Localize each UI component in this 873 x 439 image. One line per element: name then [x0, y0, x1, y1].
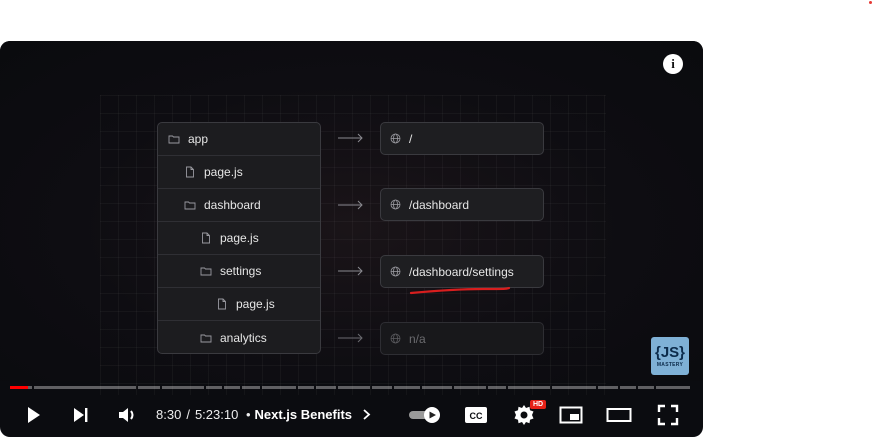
file-tree-row: page.js: [158, 288, 320, 321]
progress-segment[interactable]: [638, 386, 654, 389]
folder-icon: [200, 267, 212, 276]
file-tree-label: page.js: [236, 297, 275, 311]
route-box: n/a: [380, 322, 544, 355]
time-display: 8:30 / 5:23:10 • Next.js Benefits: [156, 407, 371, 422]
file-tree-label: page.js: [204, 165, 243, 179]
route-label: /dashboard: [409, 197, 470, 212]
progress-segment[interactable]: [394, 386, 420, 389]
progress-segment[interactable]: [488, 386, 506, 389]
time-separator: /: [186, 407, 190, 422]
arrow-right-icon: [338, 133, 363, 143]
progress-segment[interactable]: [242, 386, 260, 389]
video-player[interactable]: i app page.js dashboard page.js settings page…: [0, 41, 703, 437]
route-box: /dashboard/settings: [380, 255, 544, 288]
progress-segment[interactable]: [298, 386, 314, 389]
current-time: 8:30: [156, 407, 182, 422]
progress-segment[interactable]: [422, 386, 452, 389]
file-icon: [202, 232, 210, 244]
autoplay-toggle-icon: [409, 407, 440, 423]
skip-next-icon: [74, 408, 88, 422]
autoplay-toggle[interactable]: [408, 404, 442, 426]
file-icon: [218, 298, 226, 310]
progress-segment[interactable]: [262, 386, 296, 389]
progress-segment[interactable]: [224, 386, 240, 389]
file-tree-row: page.js: [158, 222, 320, 255]
js-mastery-logo: {JS} MASTERY: [651, 337, 689, 375]
file-icon: [186, 166, 194, 178]
player-controls: 8:30 / 5:23:10 • Next.js Benefits CC HD: [0, 393, 703, 437]
arrow-right-icon: [338, 333, 363, 343]
logo-text: {JS}: [654, 343, 686, 361]
route-label: n/a: [409, 331, 426, 346]
file-tree-label: settings: [220, 264, 262, 278]
closed-captions-icon: CC: [465, 407, 487, 423]
chapter-bullet: •: [245, 407, 251, 422]
file-tree-label: app: [188, 132, 209, 146]
play-icon: [28, 407, 40, 423]
progress-segment[interactable]: [316, 386, 336, 389]
route-label: /: [409, 131, 413, 146]
progress-segment[interactable]: [656, 386, 690, 389]
fullscreen-icon: [657, 404, 679, 426]
red-underline-annotation: [409, 286, 511, 295]
progress-segment[interactable]: [34, 386, 136, 389]
fullscreen-button[interactable]: [654, 402, 682, 428]
progress-segment[interactable]: [138, 386, 160, 389]
duration: 5:23:10: [194, 407, 239, 422]
file-tree-row: analytics: [158, 321, 320, 354]
progress-segment[interactable]: [372, 386, 392, 389]
info-icon[interactable]: i: [663, 54, 683, 74]
file-tree-row: app: [158, 123, 320, 156]
volume-icon: [119, 408, 134, 422]
miniplayer-button[interactable]: [557, 402, 585, 428]
folder-icon: [200, 334, 212, 342]
globe-icon: [390, 133, 401, 144]
theater-mode-icon: [606, 408, 632, 422]
progress-segment[interactable]: [338, 386, 370, 389]
route-box: /: [380, 122, 544, 155]
arrow-right-icon: [338, 266, 363, 276]
folder-icon: [168, 135, 180, 144]
logo-subtext: MASTERY: [656, 361, 684, 368]
next-button[interactable]: [67, 402, 93, 428]
chevron-right-icon[interactable]: [362, 409, 371, 420]
globe-icon: [390, 199, 401, 210]
progress-segment[interactable]: [552, 386, 596, 389]
file-tree-row: page.js: [158, 156, 320, 189]
volume-button[interactable]: [113, 402, 141, 428]
subtitles-button[interactable]: CC: [462, 402, 490, 428]
theater-mode-button[interactable]: [605, 402, 633, 428]
progress-segment[interactable]: [162, 386, 204, 389]
globe-icon: [390, 266, 401, 277]
file-tree-label: page.js: [220, 231, 259, 245]
chapter-title[interactable]: Next.js Benefits: [255, 407, 353, 422]
route-box: /dashboard: [380, 188, 544, 221]
route-label: /dashboard/settings: [409, 264, 514, 279]
progress-bar[interactable]: [10, 386, 692, 389]
globe-icon: [390, 333, 401, 344]
folder-icon: [184, 201, 196, 210]
file-tree-row: dashboard: [158, 189, 320, 222]
file-tree-row: settings: [158, 255, 320, 288]
play-button[interactable]: [20, 402, 46, 428]
file-tree: app page.js dashboard page.js settings page.j…: [157, 122, 321, 354]
arrow-right-icon: [338, 200, 363, 210]
hd-badge: HD: [530, 400, 547, 409]
video-frame[interactable]: i app page.js dashboard page.js settings page…: [0, 41, 703, 395]
notification-dot: [869, 1, 872, 4]
progress-segment[interactable]: [598, 386, 618, 389]
svg-text:CC: CC: [470, 411, 483, 421]
progress-segment[interactable]: [206, 386, 222, 389]
file-tree-label: analytics: [220, 330, 267, 345]
progress-played: [10, 386, 28, 389]
miniplayer-icon: [559, 406, 583, 424]
progress-segment[interactable]: [454, 386, 486, 389]
file-tree-label: dashboard: [204, 198, 261, 212]
progress-segment[interactable]: [508, 386, 550, 389]
progress-segment[interactable]: [620, 386, 636, 389]
